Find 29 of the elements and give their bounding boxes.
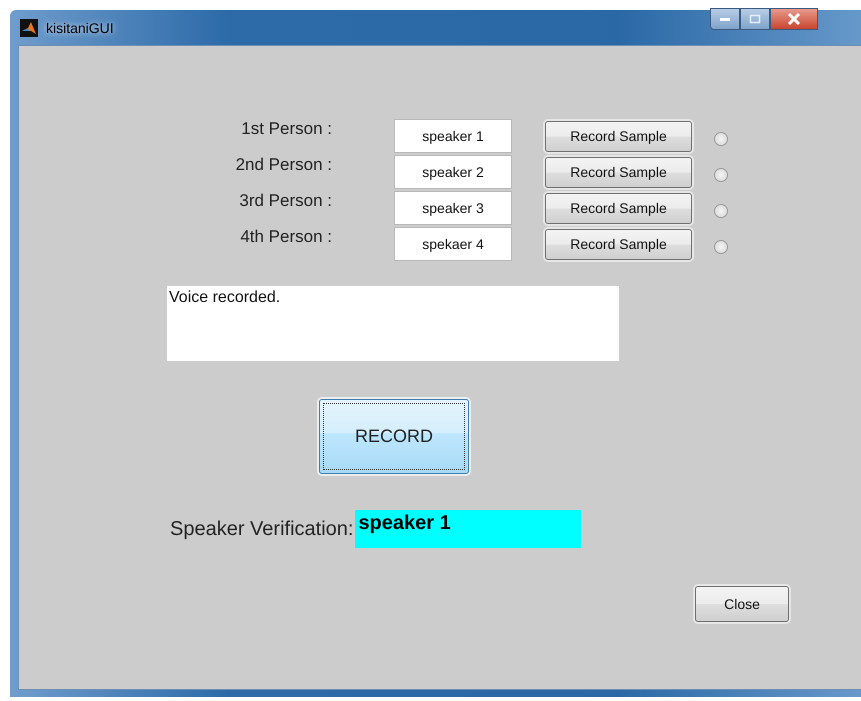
radio-button[interactable]: [714, 204, 728, 218]
close-icon: [787, 13, 801, 25]
close-button[interactable]: Close: [695, 586, 789, 622]
radio-button[interactable]: [714, 168, 728, 182]
minimize-button[interactable]: [710, 8, 740, 30]
speaker-name-field[interactable]: speaker 2: [394, 155, 512, 189]
maximize-icon: [749, 14, 761, 24]
record-sample-button[interactable]: Record Sample: [545, 192, 692, 224]
record-sample-button[interactable]: Record Sample: [545, 120, 692, 152]
speaker-name-field[interactable]: spekaer 4: [394, 227, 512, 261]
person-label: 2nd Person :: [236, 155, 333, 175]
person-label: 1st Person :: [241, 119, 333, 139]
speaker-name-field[interactable]: speaker 3: [394, 191, 512, 225]
record-sample-button[interactable]: Record Sample: [545, 156, 692, 188]
verification-label: Speaker Verification:: [170, 518, 354, 540]
record-button[interactable]: RECORD: [319, 399, 469, 474]
app-icon: [20, 18, 38, 36]
status-text-box: Voice recorded.: [167, 286, 619, 361]
radio-button[interactable]: [714, 132, 728, 146]
minimize-icon: [719, 16, 731, 22]
close-window-button[interactable]: [770, 8, 818, 30]
person-label: 3rd Person :: [239, 191, 333, 211]
radio-button[interactable]: [714, 240, 728, 254]
record-sample-button[interactable]: Record Sample: [545, 228, 692, 260]
window-title: kisitaniGUI: [46, 20, 114, 36]
verification-result: speaker 1: [355, 510, 582, 548]
speaker-name-field[interactable]: speaker 1: [394, 119, 512, 153]
person-label: 4th Person :: [240, 227, 333, 247]
maximize-button[interactable]: [740, 8, 770, 30]
